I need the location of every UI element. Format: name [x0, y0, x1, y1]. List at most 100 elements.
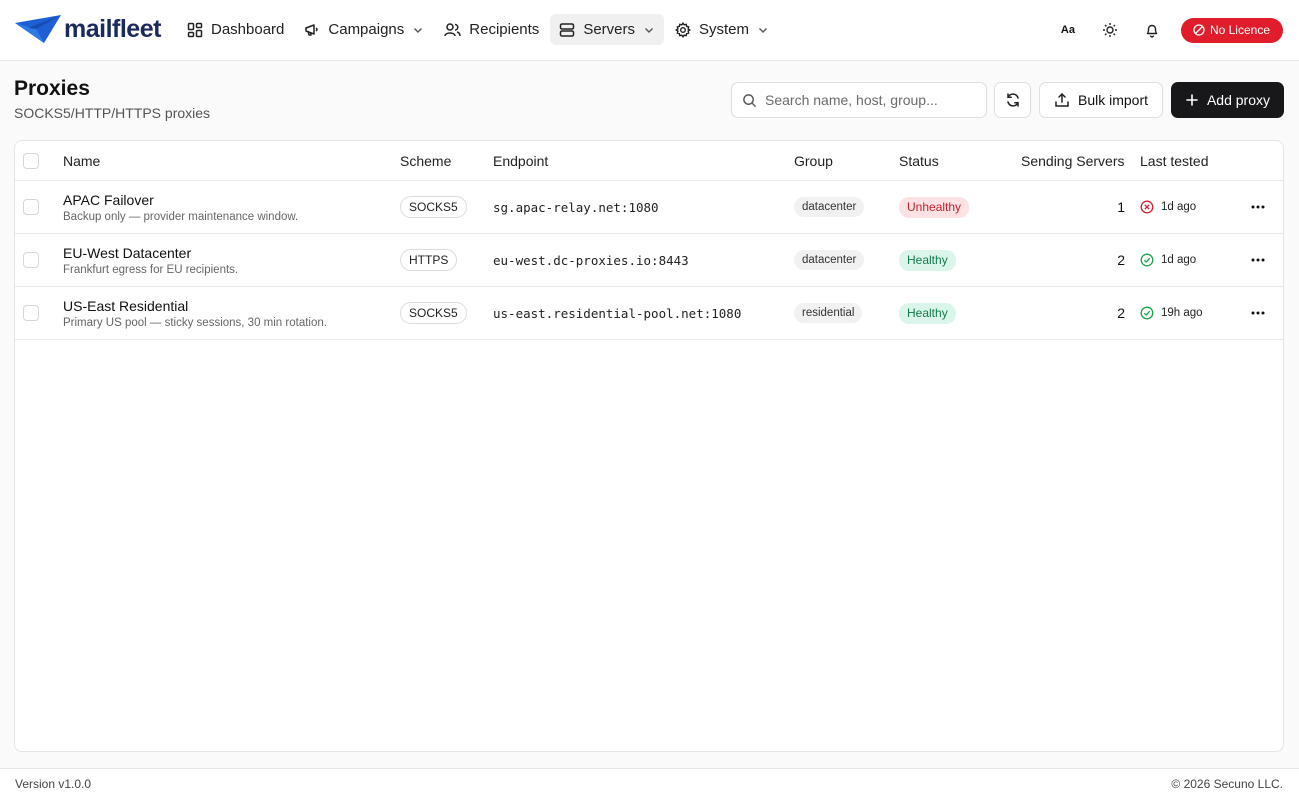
version-text: Version v1.0.0: [15, 777, 92, 791]
upload-icon: [1055, 92, 1069, 107]
error-circle-icon: [1140, 200, 1154, 214]
theme-toggle-button[interactable]: [1097, 17, 1123, 43]
column-header-group[interactable]: Group: [794, 141, 833, 180]
footer: Version v1.0.0 © 2026 Secuno LLC.: [0, 768, 1299, 793]
last-tested-cell: 1d ago: [1140, 234, 1196, 286]
search-input[interactable]: [765, 92, 965, 108]
last-tested-value: 19h ago: [1161, 307, 1203, 319]
row-actions-button[interactable]: [1243, 234, 1273, 286]
licence-badge[interactable]: No Licence: [1180, 17, 1283, 43]
group-cell: datacenter: [794, 234, 865, 286]
proxy-description: Frankfurt egress for EU recipients.: [63, 263, 239, 276]
row-actions-button[interactable]: [1243, 287, 1273, 339]
nav-system-label: System: [699, 21, 750, 38]
main-nav: Dashboard Campaigns Recipients Servers S…: [178, 14, 778, 45]
row-select-cell: [23, 287, 39, 339]
group-cell: datacenter: [794, 181, 865, 233]
bell-icon: [1146, 24, 1158, 38]
nav-dashboard-label: Dashboard: [211, 21, 285, 38]
proxy-description: Backup only — provider maintenance windo…: [63, 210, 299, 223]
sending-servers-count: 2: [1117, 305, 1125, 321]
nav-servers-label: Servers: [583, 21, 635, 38]
row-checkbox[interactable]: [23, 252, 39, 268]
more-horizontal-icon: [1251, 205, 1265, 209]
search-icon: [743, 93, 757, 107]
search-box[interactable]: [731, 82, 987, 118]
users-icon: [444, 22, 462, 36]
font-size-button[interactable]: Aa: [1055, 17, 1081, 43]
notifications-button[interactable]: [1139, 17, 1165, 43]
endpoint-value: sg.apac-relay.net:1080: [493, 199, 659, 215]
row-checkbox[interactable]: [23, 199, 39, 215]
bulk-import-button[interactable]: Bulk import: [1039, 82, 1163, 118]
row-select-cell: [23, 181, 39, 233]
scheme-cell: SOCKS5: [400, 287, 467, 339]
select-all-checkbox[interactable]: [23, 152, 39, 169]
group-badge: datacenter: [794, 197, 865, 217]
proxy-name: US-East Residential: [63, 297, 189, 314]
group-badge: datacenter: [794, 250, 865, 270]
proxy-name-cell: US-East Residential Primary US pool — st…: [63, 287, 327, 339]
more-horizontal-icon: [1251, 311, 1265, 315]
last-tested-value: 1d ago: [1161, 254, 1197, 266]
proxy-name-cell: APAC Failover Backup only — provider mai…: [63, 181, 298, 233]
dashboard-grid-icon: [187, 22, 203, 37]
refresh-button[interactable]: [994, 82, 1031, 118]
ban-icon: [1193, 24, 1205, 36]
font-size-icon: Aa: [1060, 24, 1075, 36]
bulk-import-label: Bulk import: [1077, 92, 1149, 108]
row-actions-button[interactable]: [1243, 181, 1273, 233]
proxy-name: EU-West Datacenter: [63, 244, 192, 261]
chevron-down-icon: [645, 27, 653, 33]
scheme-badge: SOCKS5: [400, 302, 467, 324]
page-subtitle: SOCKS5/HTTP/HTTPS proxies: [14, 105, 211, 121]
column-header-name[interactable]: Name: [63, 141, 100, 180]
server-icon: [560, 22, 575, 37]
more-horizontal-icon: [1251, 258, 1265, 262]
status-cell: Healthy: [899, 287, 956, 339]
app-name: mailfleet: [64, 14, 161, 43]
nav-campaigns[interactable]: Campaigns: [295, 14, 433, 45]
column-header-last-tested[interactable]: Last tested: [1140, 141, 1209, 180]
mailfleet-plane-icon: [15, 15, 61, 43]
header-tools: Aa No Licence: [1055, 17, 1283, 43]
refresh-icon: [1006, 93, 1019, 107]
check-circle-icon: [1140, 306, 1154, 320]
status-badge: Healthy: [899, 302, 956, 324]
status-badge: Unhealthy: [899, 196, 970, 218]
endpoint-value: us-east.residential-pool.net:1080: [493, 305, 742, 321]
column-header-endpoint[interactable]: Endpoint: [493, 141, 548, 180]
column-header-scheme[interactable]: Scheme: [400, 141, 451, 180]
plus-icon: [1186, 94, 1198, 106]
proxies-table: Name Scheme Endpoint Group Status Sendin…: [14, 140, 1284, 752]
column-header-status[interactable]: Status: [899, 141, 939, 180]
sun-icon: [1102, 23, 1117, 37]
scheme-badge: SOCKS5: [400, 196, 467, 218]
last-tested-cell: 19h ago: [1140, 287, 1203, 339]
sending-servers-count: 1: [1117, 199, 1125, 215]
nav-system[interactable]: System: [666, 14, 778, 45]
gear-icon: [675, 21, 691, 38]
sending-servers-count: 2: [1117, 252, 1125, 268]
scheme-badge: HTTPS: [400, 249, 458, 271]
table-row[interactable]: EU-West Datacenter Frankfurt egress for …: [15, 234, 1283, 287]
nav-recipients[interactable]: Recipients: [435, 14, 548, 45]
row-checkbox[interactable]: [23, 305, 39, 321]
add-proxy-label: Add proxy: [1206, 92, 1271, 108]
proxy-name-cell: EU-West Datacenter Frankfurt egress for …: [63, 234, 238, 286]
licence-label: No Licence: [1209, 23, 1270, 37]
column-header-sending-servers[interactable]: Sending Servers: [1021, 141, 1125, 180]
status-badge: Healthy: [899, 249, 956, 271]
table-row[interactable]: APAC Failover Backup only — provider mai…: [15, 181, 1283, 234]
add-proxy-button[interactable]: Add proxy: [1171, 82, 1284, 118]
check-circle-icon: [1140, 253, 1154, 267]
nav-servers[interactable]: Servers: [550, 14, 664, 45]
nav-dashboard[interactable]: Dashboard: [178, 14, 293, 45]
scheme-cell: HTTPS: [400, 234, 458, 286]
proxy-description: Primary US pool — sticky sessions, 30 mi…: [63, 316, 327, 329]
chevron-down-icon: [759, 27, 768, 33]
megaphone-icon: [305, 23, 319, 36]
table-header-row: Name Scheme Endpoint Group Status Sendin…: [15, 141, 1283, 181]
table-row[interactable]: US-East Residential Primary US pool — st…: [15, 287, 1283, 340]
app-logo[interactable]: mailfleet: [14, 13, 161, 45]
